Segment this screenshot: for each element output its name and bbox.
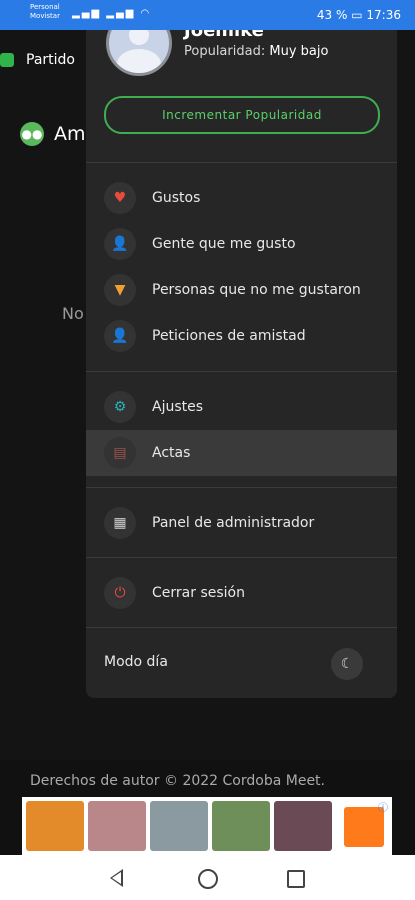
menu-item-minutes[interactable]: ▤ Actas — [86, 430, 397, 476]
divider — [86, 627, 397, 628]
ad-banner[interactable]: ⓘ — [22, 797, 392, 855]
menu-item-settings[interactable]: ⚙ Ajustes — [86, 384, 397, 430]
background-empty-text: No — [62, 304, 84, 323]
people-icon: ●● — [20, 122, 44, 146]
carrier-info: Personal Movistar — [30, 3, 60, 21]
menu-item-people-i-liked[interactable]: 👤 Gente que me gusto — [86, 221, 397, 267]
divider — [86, 557, 397, 558]
system-nav-bar — [0, 855, 415, 900]
signal-icons: ▂▄▆ ▂▄▆ ◠ — [72, 8, 152, 19]
gear-icon: ⚙ — [104, 391, 136, 423]
battery-icon: ▭ — [351, 8, 363, 22]
recent-apps-icon[interactable] — [287, 870, 305, 888]
popularity-status: Popularidad: Muy bajo — [184, 44, 329, 59]
divider — [86, 487, 397, 488]
status-bar: Personal Movistar ▂▄▆ ▂▄▆ ◠ 43 % ▭ 17:36 — [0, 0, 415, 30]
background-header: Partido — [0, 52, 75, 68]
copyright-footer: Derechos de autor © 2022 Cordoba Meet. — [30, 773, 325, 789]
ad-image[interactable] — [88, 801, 146, 851]
divider — [86, 162, 397, 163]
carrier-name-1: Personal — [30, 3, 60, 11]
power-icon: ⏻ — [104, 577, 136, 609]
background-section-title: ●● Am — [20, 122, 86, 146]
clock: 17:36 — [366, 8, 401, 22]
thumbs-down-icon: ▼ — [104, 274, 136, 306]
theme-mode-label: Modo día — [104, 654, 168, 670]
popularity-value: Muy bajo — [269, 44, 329, 59]
moon-icon[interactable]: ☾ — [331, 648, 363, 680]
app-logo-icon — [0, 53, 14, 67]
menu-item-likes[interactable]: ♥ Gustos — [86, 175, 397, 221]
menu-item-logout[interactable]: ⏻ Cerrar sesión — [86, 570, 397, 616]
navigation-drawer: Joemike Popularidad: Muy bajo Incrementa… — [86, 30, 397, 698]
user-name: Joemike — [184, 30, 264, 41]
dashboard-icon: ▦ — [104, 507, 136, 539]
user-add-icon: 👤 — [104, 228, 136, 260]
ad-info-icon[interactable]: ⓘ — [378, 799, 388, 814]
back-icon[interactable] — [110, 869, 123, 887]
menu-item-disliked-people[interactable]: ▼ Personas que no me gustaron — [86, 267, 397, 313]
battery-level: 43 % — [316, 8, 348, 22]
ad-image[interactable] — [274, 801, 332, 851]
heart-icon: ♥ — [104, 182, 136, 214]
home-icon[interactable] — [198, 869, 218, 889]
minutes-icon: ▤ — [104, 437, 136, 469]
menu-item-friend-requests[interactable]: 👤 Peticiones de amistad — [86, 313, 397, 359]
status-right: 43 % ▭ 17:36 — [317, 8, 401, 22]
friend-request-icon: 👤 — [104, 320, 136, 352]
menu-item-admin-panel[interactable]: ▦ Panel de administrador — [86, 500, 397, 546]
carrier-name-2: Movistar — [30, 12, 60, 20]
increase-popularity-button[interactable]: Incrementar Popularidad — [104, 96, 380, 134]
avatar[interactable] — [106, 30, 172, 76]
ad-image[interactable] — [26, 801, 84, 851]
ad-image[interactable] — [150, 801, 208, 851]
ad-image[interactable] — [212, 801, 270, 851]
divider — [86, 371, 397, 372]
